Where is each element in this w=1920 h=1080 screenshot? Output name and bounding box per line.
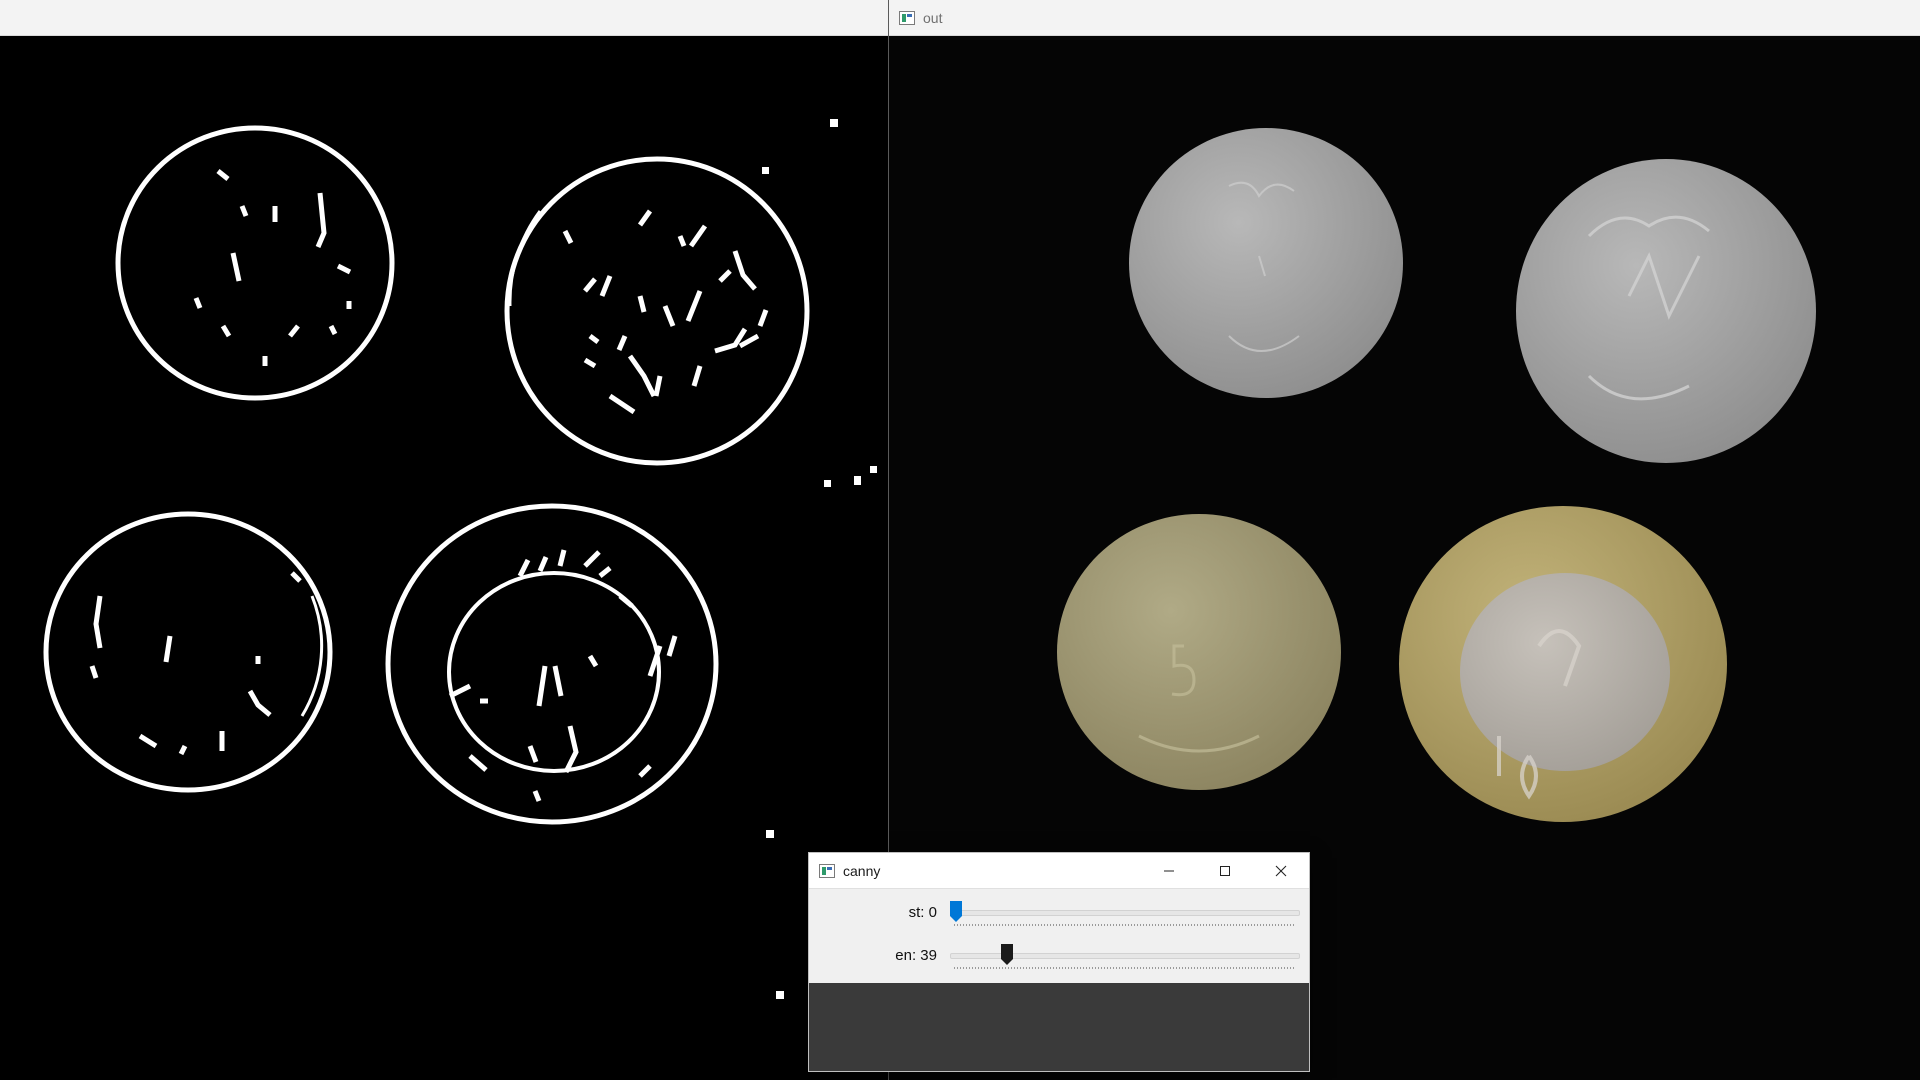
minimize-icon	[1164, 870, 1174, 871]
maximize-button[interactable]	[1197, 853, 1253, 888]
canny-trackbar-window: canny st: 0 en: 39	[808, 852, 1310, 1072]
minimize-button[interactable]	[1141, 853, 1197, 888]
canny-window-display-area	[809, 983, 1309, 1071]
trackbar-en-label: en: 39	[895, 947, 937, 964]
trackbar-st: st: 0	[809, 894, 1309, 937]
canny-window-titlebar[interactable]: canny	[809, 853, 1309, 889]
opencv-window-icon	[819, 863, 835, 878]
trackbar-en-ticks	[954, 967, 1294, 969]
trackbar-st-track[interactable]	[950, 910, 1300, 916]
edge-coin-bottom-right	[385, 503, 719, 825]
out-window-titlebar[interactable]: out	[889, 0, 1920, 36]
opencv-window-icon	[899, 10, 915, 25]
close-icon	[1275, 865, 1287, 876]
trackbar-st-label: st: 0	[908, 904, 937, 921]
canny-edge-image	[43, 119, 877, 999]
edges-window	[0, 0, 888, 1080]
coin-silver-large	[1516, 159, 1816, 463]
trackbar-en: en: 39	[809, 937, 1309, 980]
coin-silver-small	[1129, 128, 1403, 398]
close-button[interactable]	[1253, 853, 1309, 888]
edge-coin-top-left	[115, 125, 395, 401]
edge-coin-bottom-left	[43, 511, 333, 793]
trackbar-st-thumb[interactable]	[950, 901, 962, 923]
canny-window-title: canny	[843, 862, 881, 879]
coin-ten-bimetal	[1399, 506, 1727, 822]
trackbar-en-thumb[interactable]	[1001, 944, 1014, 966]
trackbar-st-ticks	[954, 924, 1294, 926]
edge-coin-top-right	[504, 156, 810, 466]
out-window-title: out	[923, 9, 943, 26]
edges-window-titlebar[interactable]	[0, 0, 888, 36]
coin-five-brass	[1057, 514, 1341, 790]
maximize-icon	[1220, 865, 1230, 876]
